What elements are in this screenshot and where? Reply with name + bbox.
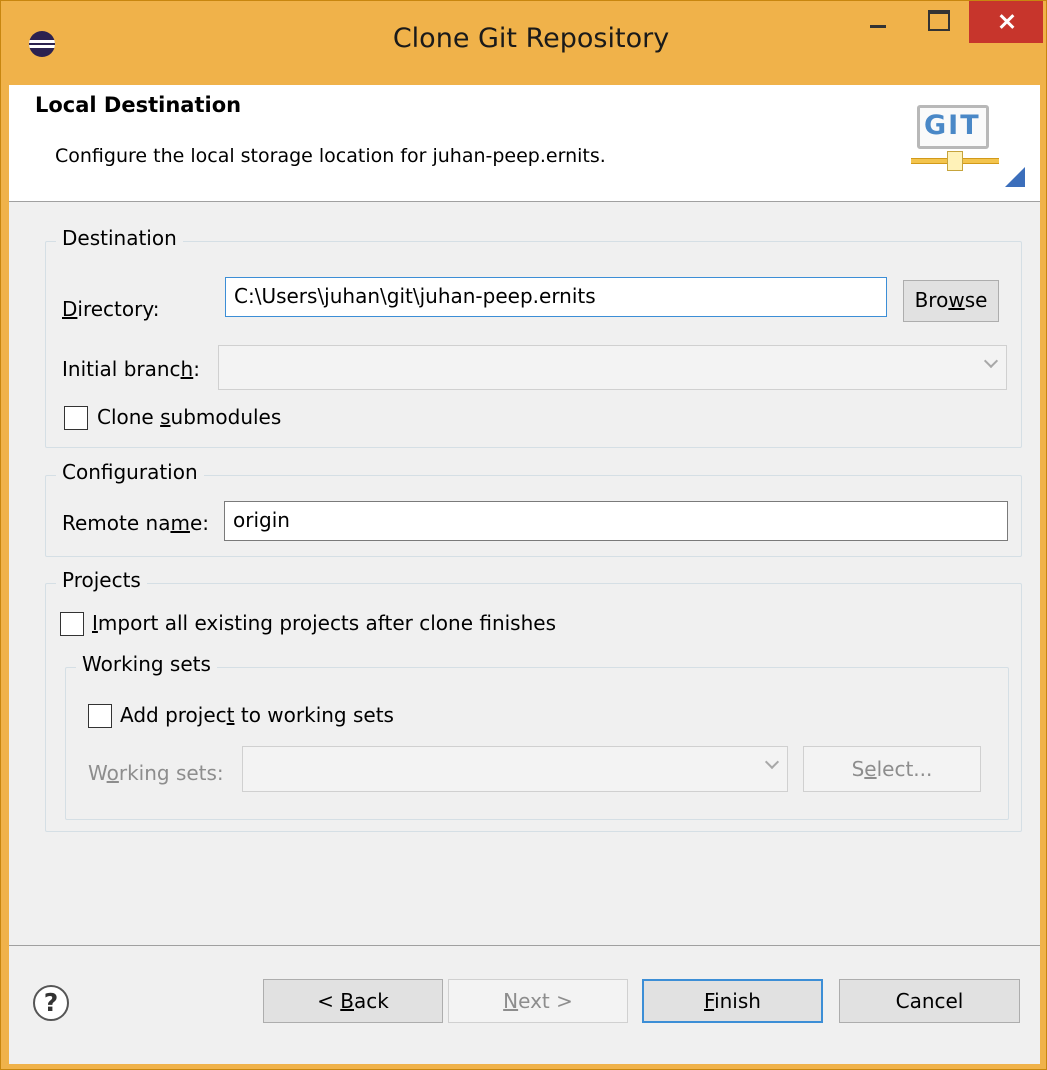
remote-name-input[interactable]: origin [224,501,1008,541]
working-sets-group-label: Working sets [76,652,217,676]
directory-label-rest: irectory: [77,297,160,321]
remote-name-label: Remote name: [62,511,209,535]
import-projects-checkbox[interactable] [60,612,84,636]
next-button[interactable]: Next > [448,979,628,1023]
select-working-sets-button[interactable]: Select... [803,746,981,792]
add-to-working-sets-checkbox[interactable] [88,704,112,728]
back-button[interactable]: < Back [263,979,443,1023]
projects-group: Projects Import all existing projects af… [45,568,1022,832]
directory-input[interactable]: C:\Users\juhan\git\juhan-peep.ernits [225,277,887,317]
help-icon[interactable]: ? [33,985,69,1021]
minimize-button[interactable] [852,1,904,41]
git-logo-text: GIT [924,110,981,141]
dialog-window: Clone Git Repository Local Destination C… [0,0,1047,1070]
import-projects-label: Import all existing projects after clone… [92,611,557,635]
title-bar[interactable]: Clone Git Repository [1,1,1046,85]
dialog-client-area: Local Destination Configure the local st… [9,85,1040,1064]
working-sets-group: Working sets Add project to working sets… [65,652,1009,820]
footer-separator [9,945,1040,946]
initial-branch-label: Initial branch: [62,357,200,381]
clone-submodules-checkbox[interactable] [64,406,88,430]
configuration-group-label: Configuration [56,460,204,484]
working-sets-label: Working sets: [88,761,224,785]
clone-submodules-label: Clone submodules [97,405,282,429]
page-title: Local Destination [35,93,242,117]
chevron-down-icon [983,353,999,369]
browse-button[interactable]: Browse [903,280,999,322]
maximize-button[interactable] [911,1,963,41]
working-sets-select[interactable] [242,746,788,792]
directory-label: Directory: [62,297,160,321]
destination-group-label: Destination [56,226,183,250]
git-logo-icon: GIT [911,105,1027,187]
finish-button[interactable]: Finish [642,979,823,1023]
wizard-header: Local Destination Configure the local st… [9,85,1040,202]
projects-group-label: Projects [56,568,147,592]
page-description: Configure the local storage location for… [55,145,606,167]
chevron-down-icon [764,754,780,770]
cancel-button[interactable]: Cancel [839,979,1020,1023]
close-button[interactable] [969,1,1043,43]
initial-branch-select[interactable] [218,345,1007,390]
add-to-working-sets-label: Add project to working sets [120,703,394,727]
configuration-group: Configuration Remote name: origin [45,460,1022,557]
destination-group: Destination Directory: C:\Users\juhan\gi… [45,226,1022,448]
